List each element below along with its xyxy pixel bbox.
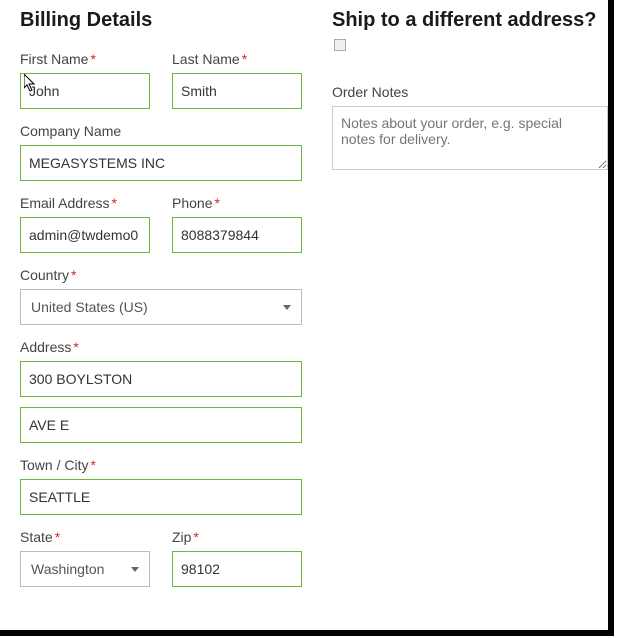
email-field: Email Address* xyxy=(20,195,150,253)
billing-column: Billing Details First Name* Last Name* C… xyxy=(20,8,302,630)
company-field: Company Name xyxy=(20,123,302,181)
order-notes-textarea[interactable] xyxy=(332,106,608,170)
required-mark: * xyxy=(71,267,76,283)
zip-input[interactable] xyxy=(172,551,302,587)
country-selected: United States (US) xyxy=(31,299,148,315)
city-input[interactable] xyxy=(20,479,302,515)
phone-label: Phone* xyxy=(172,195,302,211)
phone-field: Phone* xyxy=(172,195,302,253)
city-field: Town / City* xyxy=(20,457,302,515)
state-label: State* xyxy=(20,529,150,545)
email-input[interactable] xyxy=(20,217,150,253)
shipping-heading: Ship to a different address? xyxy=(332,9,596,56)
last-name-label: Last Name* xyxy=(172,51,302,67)
address-label: Address* xyxy=(20,339,302,355)
required-mark: * xyxy=(55,529,60,545)
country-select[interactable]: United States (US) xyxy=(20,289,302,325)
required-mark: * xyxy=(90,51,95,67)
order-notes-label: Order Notes xyxy=(332,84,608,100)
first-name-label: First Name* xyxy=(20,51,150,67)
email-label: Email Address* xyxy=(20,195,150,211)
last-name-input[interactable] xyxy=(172,73,302,109)
required-mark: * xyxy=(90,457,95,473)
chevron-down-icon xyxy=(131,567,139,572)
phone-input[interactable] xyxy=(172,217,302,253)
shipping-column: Ship to a different address? Order Notes xyxy=(332,8,608,630)
country-label: Country* xyxy=(20,267,302,283)
zip-field: Zip* xyxy=(172,529,302,587)
required-mark: * xyxy=(193,529,198,545)
first-name-field: First Name* xyxy=(20,51,150,109)
required-mark: * xyxy=(214,195,219,211)
address-field: Address* xyxy=(20,339,302,443)
state-select[interactable]: Washington xyxy=(20,551,150,587)
city-label: Town / City* xyxy=(20,457,302,473)
billing-heading: Billing Details xyxy=(20,8,302,33)
first-name-input[interactable] xyxy=(20,73,150,109)
company-input[interactable] xyxy=(20,145,302,181)
address-line2-input[interactable] xyxy=(20,407,302,443)
address-line1-input[interactable] xyxy=(20,361,302,397)
ship-different-checkbox[interactable] xyxy=(334,39,346,51)
chevron-down-icon xyxy=(283,305,291,310)
required-mark: * xyxy=(111,195,116,211)
required-mark: * xyxy=(242,51,247,67)
company-label: Company Name xyxy=(20,123,302,139)
required-mark: * xyxy=(73,339,78,355)
zip-label: Zip* xyxy=(172,529,302,545)
last-name-field: Last Name* xyxy=(172,51,302,109)
state-field: State* Washington xyxy=(20,529,150,587)
state-selected: Washington xyxy=(31,561,104,577)
country-field: Country* United States (US) xyxy=(20,267,302,325)
